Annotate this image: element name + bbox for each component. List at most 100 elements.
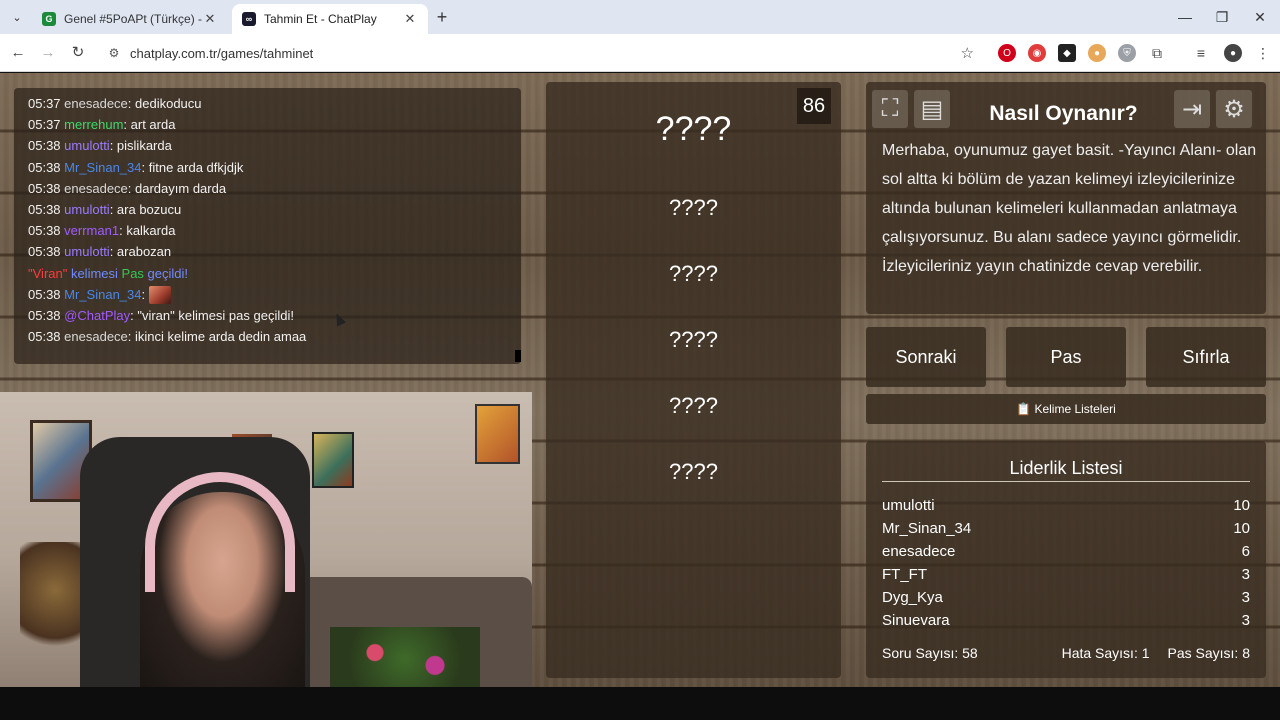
leaderboard-row: umulotti 10 xyxy=(882,497,1250,520)
player-name: umulotti xyxy=(882,497,935,514)
forbidden-word: ???? xyxy=(669,393,718,418)
shield-extension-icon[interactable]: ⛨ xyxy=(1118,44,1136,62)
leaderboard-title: Liderlik Listesi xyxy=(1009,458,1123,478)
tab-title: Tahmin Et - ChatPlay xyxy=(264,12,377,26)
chat-message: 05:38 umulotti: pislikarda xyxy=(28,135,507,156)
url-text: chatplay.com.tr/games/tahminet xyxy=(130,45,314,61)
chat-message: 05:38 verrman1: kalkarda xyxy=(28,220,507,241)
system-text: geçildi! xyxy=(143,265,189,281)
main-word: ???? xyxy=(655,110,732,148)
player-score: 3 xyxy=(1241,589,1250,606)
minimize-icon[interactable]: — xyxy=(1175,7,1195,27)
close-tab-icon[interactable]: ✕ xyxy=(202,11,218,27)
chat-text: : ikinci kelime arda dedin amaa xyxy=(127,329,307,345)
chat-panel: 05:37 enesadece : dedikoducu 05:37 merreh… xyxy=(14,88,521,364)
chat-text: : arabozan xyxy=(109,244,172,260)
chat-text: : "viran" kelimesi pas geçildi! xyxy=(130,307,294,323)
tab-gartic[interactable]: G Genel #5PoAPt (Türkçe) - Gartic ✕ xyxy=(32,4,228,34)
new-tab-icon[interactable]: + xyxy=(432,8,452,28)
leaderboard-row: Mr_Sinan_34 10 xyxy=(882,520,1250,543)
player-score: 10 xyxy=(1233,497,1250,514)
close-tab-icon[interactable]: ✕ xyxy=(402,11,418,27)
browser-menu-icon[interactable]: ⋮ xyxy=(1254,44,1272,62)
settings-gear-icon[interactable]: ⚙ xyxy=(1216,90,1252,128)
chat-username: merrehum xyxy=(64,117,124,133)
red-extension-icon[interactable]: ◉ xyxy=(1028,44,1046,62)
forward-icon[interactable]: → xyxy=(38,43,58,63)
forbidden-word: ???? xyxy=(669,195,718,220)
chat-time: 05:38 xyxy=(28,180,61,196)
question-count: Soru Sayısı: 58 xyxy=(882,645,978,661)
profile-avatar-icon[interactable]: ● xyxy=(1224,44,1242,62)
tab-title: Genel #5PoAPt (Türkçe) - Gartic xyxy=(64,12,202,26)
pass-button[interactable]: Pas xyxy=(1006,327,1126,387)
extensions-puzzle-icon[interactable]: ⧉ xyxy=(1148,44,1166,62)
orange-extension-icon[interactable]: ● xyxy=(1088,44,1106,62)
chat-message: 05:38 enesadece: ikinci kelime arda dedi… xyxy=(28,326,507,347)
leaderboard-row: enesadece 6 xyxy=(882,543,1250,566)
chat-time: 05:38 xyxy=(28,307,61,323)
chat-time: 05:37 xyxy=(28,96,61,111)
forbidden-word: ???? xyxy=(669,327,718,352)
emote-image xyxy=(148,286,171,305)
divider xyxy=(882,481,1250,482)
restore-icon[interactable]: ❐ xyxy=(1212,7,1232,27)
media-control-icon[interactable]: ≡ xyxy=(1192,44,1210,62)
chat-time: 05:38 xyxy=(28,159,61,175)
chat-username: Mr_Sinan_34 xyxy=(64,159,142,175)
chat-text: : ara bozucu xyxy=(109,201,182,217)
player-score: 3 xyxy=(1241,566,1250,583)
system-action: Pas xyxy=(121,265,144,281)
pass-count: Pas Sayısı: 8 xyxy=(1167,645,1250,661)
reset-button[interactable]: Sıfırla xyxy=(1146,327,1266,387)
player-name: Dyg_Kya xyxy=(882,589,943,606)
tab-chatplay[interactable]: ∞ Tahmin Et - ChatPlay ✕ xyxy=(232,4,428,34)
chat-scrollbar[interactable] xyxy=(515,350,521,362)
chat-username: Mr_Sinan_34 xyxy=(64,286,142,302)
fullscreen-icon[interactable]: ⛶ xyxy=(872,90,908,128)
player-score: 3 xyxy=(1241,612,1250,629)
wall-painting xyxy=(475,404,520,464)
forbidden-word: ???? xyxy=(669,261,718,286)
gartic-favicon-icon: G xyxy=(42,12,56,26)
chat-username: verrman1 xyxy=(64,223,120,239)
word-lists-button[interactable]: 📋 Kelime Listeleri xyxy=(866,394,1266,424)
player-score: 10 xyxy=(1233,520,1250,537)
chat-system-message: "Viran" kelimesi Pas geçildi! xyxy=(28,263,507,284)
dark-extension-icon[interactable]: ◆ xyxy=(1058,44,1076,62)
reload-icon[interactable]: ↻ xyxy=(68,43,88,63)
chatplay-favicon-icon: ∞ xyxy=(242,12,256,26)
chat-time: 05:38 xyxy=(28,329,61,345)
chat-text: : art arda xyxy=(123,117,176,133)
chat-time: 05:37 xyxy=(28,117,61,133)
chat-text: : pislikarda xyxy=(109,138,172,154)
chat-username: enesadece xyxy=(64,180,128,196)
chat-username: enesadece xyxy=(64,329,128,345)
forbidden-word: ???? xyxy=(669,459,718,484)
how-to-play-title: Nasıl Oynanır? xyxy=(989,102,1138,125)
tab-search-icon[interactable]: ⌄ xyxy=(6,6,28,28)
chat-message: 05:38 enesadece: dardayım darda xyxy=(28,178,507,199)
url-field[interactable]: ⚙ chatplay.com.tr/games/tahminet ☆ xyxy=(100,38,982,68)
chat-message: 05:37 merrehum: art arda xyxy=(28,114,507,135)
bookmark-star-icon[interactable]: ☆ xyxy=(961,44,974,62)
player-name: FT_FT xyxy=(882,566,927,583)
player-score: 6 xyxy=(1241,543,1250,560)
next-button[interactable]: Sonraki xyxy=(866,327,986,387)
leaderboard-row: FT_FT 3 xyxy=(882,566,1250,589)
site-info-icon[interactable]: ⚙ xyxy=(104,46,124,60)
bottom-bar xyxy=(0,687,1280,720)
chat-text: : dedikoducu xyxy=(127,96,202,111)
opera-extension-icon[interactable]: O xyxy=(998,44,1016,62)
close-window-icon[interactable]: ✕ xyxy=(1250,7,1270,27)
back-icon[interactable]: ← xyxy=(8,43,28,63)
logout-icon[interactable]: ⇥ xyxy=(1174,90,1210,128)
flowers xyxy=(330,627,480,691)
chat-time: 05:38 xyxy=(28,244,61,260)
chat-message: 05:38 umulotti: arabozan xyxy=(28,241,507,262)
chat-username: @ChatPlay xyxy=(64,307,131,323)
notes-icon[interactable]: ▤ xyxy=(914,90,950,128)
stats-footer: Soru Sayısı: 58 Hata Sayısı: 1 Pas Sayısı… xyxy=(882,645,1250,661)
chat-text: : fitne arda dfkjdjk xyxy=(141,159,244,175)
player-name: Mr_Sinan_34 xyxy=(882,520,972,537)
